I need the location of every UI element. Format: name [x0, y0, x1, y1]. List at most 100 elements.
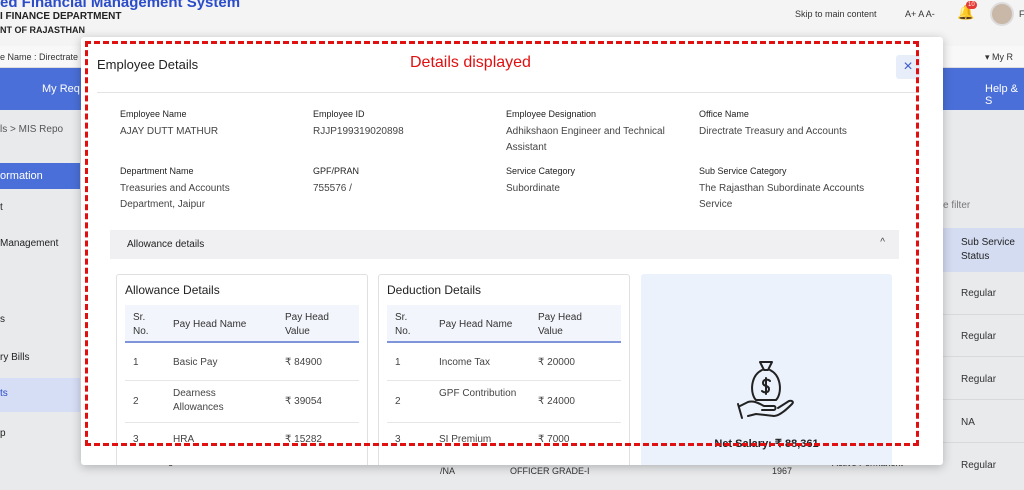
field-label: Sub Service Category — [699, 166, 787, 176]
allowance-details-card: Allowance Details Sr. No. Pay Head Name … — [116, 274, 368, 465]
close-icon[interactable]: × — [896, 55, 920, 79]
divider — [97, 92, 919, 93]
sidebar-item-management[interactable]: Management — [0, 238, 58, 249]
cell-sr: 3 — [133, 434, 139, 445]
user-name-truncated: F — [1019, 9, 1024, 19]
column-header-pay-head-name: Pay Head Name — [173, 319, 247, 330]
sidebar-item[interactable]: p — [0, 428, 6, 439]
nav-item-help[interactable]: Help & S — [985, 83, 1024, 107]
field-label: Employee Name — [120, 109, 187, 119]
sidebar-item[interactable]: s — [0, 314, 5, 325]
cell-value: ₹ 24000 — [538, 396, 575, 407]
cell-value: ₹ 84900 — [285, 357, 322, 368]
cell-sr: 3 — [395, 434, 401, 445]
state-label: NT OF RAJASTHAN — [0, 25, 85, 35]
row-cell: OFFICER GRADE-I — [510, 466, 590, 476]
cell-name: HRA — [173, 434, 195, 445]
cell-value: ₹ 20000 — [538, 357, 575, 368]
cell-name: GPF Contribution — [439, 388, 517, 399]
field-value: AJAY DUTT MATHUR — [120, 126, 219, 137]
column-header-sr-no: Sr. No. — [133, 312, 149, 337]
column-header-pay-head-name: Pay Head Name — [439, 319, 513, 330]
field-value: Directrate Treasury and Accounts — [699, 126, 847, 137]
field-label: Employee Designation — [506, 109, 597, 119]
column-header-pay-head-value: Pay Head Value — [538, 312, 582, 337]
field-employee-id: Employee ID RJJP199319020898 — [313, 109, 503, 140]
sidebar-item[interactable]: t — [0, 202, 3, 213]
table-cell: Regular — [961, 288, 997, 299]
field-value: Subordinate — [506, 183, 560, 194]
chevron-up-icon[interactable]: ^ — [880, 237, 885, 248]
table-row: 2 Dearness Allowances ₹ 39054 — [125, 381, 359, 423]
skip-to-main-link[interactable]: Skip to main content — [795, 9, 877, 19]
card-title: Deduction Details — [387, 283, 482, 297]
field-value: Adhikshaon Engineer and Technical Assist… — [506, 126, 665, 153]
breadcrumb[interactable]: ls > MIS Repo — [0, 124, 63, 135]
my-requests-dropdown[interactable]: ▾ My R — [985, 52, 1013, 63]
annotation-label: Details displayed — [410, 54, 531, 71]
sidebar-item-bills[interactable]: ry Bills — [0, 352, 29, 363]
row-cell: /NA — [440, 466, 456, 476]
cell-value: ₹ 39054 — [285, 396, 322, 407]
avatar[interactable] — [990, 2, 1014, 26]
cell-name: Basic Pay — [173, 357, 218, 368]
cell-sr: 2 — [395, 396, 401, 407]
net-salary-label: Net Salary: ₹ 88,361 — [714, 438, 819, 450]
cell-sr: 2 — [133, 396, 139, 407]
cell-value: ₹ 7000 — [538, 434, 570, 445]
table-cell: NA — [961, 417, 975, 428]
row-divider — [943, 399, 1024, 400]
filter-label: e filter — [943, 200, 971, 211]
cell-name: SI Premium — [439, 434, 492, 445]
row-divider — [943, 356, 1024, 357]
cell-sr: 1 — [395, 357, 401, 368]
field-label: Office Name — [699, 109, 749, 119]
sidebar-header: ormation — [0, 163, 80, 189]
net-salary-card: Net Salary: ₹ 88,361 — [641, 274, 892, 465]
employee-details-modal: Employee Details × Employee Name AJAY DU… — [81, 37, 943, 465]
table-row: 3 SI Premium ₹ 7000 — [387, 423, 621, 459]
notification-badge: 10 — [966, 1, 977, 9]
field-value: The Rajasthan Subordinate Accounts Servi… — [699, 183, 865, 210]
field-label: Department Name — [120, 166, 194, 176]
table-row: 3 HRA ₹ 15282 — [125, 423, 359, 459]
table-row: 2 GPF Contribution ₹ 24000 — [387, 381, 621, 423]
column-header-sub-service-status: Sub Service Status — [943, 228, 1024, 272]
field-label: GPF/PRAN — [313, 166, 360, 176]
field-value: RJJP199319020898 — [313, 126, 404, 137]
field-gpf-pran: GPF/PRAN 755576 / — [313, 166, 503, 197]
field-employee-designation: Employee Designation Adhikshaon Engineer… — [506, 109, 696, 155]
accordion-title: Allowance details — [127, 239, 205, 250]
row-divider — [943, 314, 1024, 315]
sidebar-item-active[interactable]: ts — [0, 378, 80, 412]
table-cell: Regular — [961, 331, 997, 342]
row-divider — [943, 442, 1024, 443]
app-title: ed Financial Management System — [0, 0, 241, 11]
field-sub-service-category: Sub Service Category The Rajasthan Subor… — [699, 166, 899, 212]
field-office-name: Office Name Directrate Treasury and Acco… — [699, 109, 899, 140]
cell-name: Income Tax — [439, 357, 490, 368]
department-label: I FINANCE DEPARTMENT — [0, 11, 122, 22]
deduction-details-card: Deduction Details Sr. No. Pay Head Name … — [378, 274, 630, 465]
row-cell: 1967 — [772, 466, 793, 476]
column-header-pay-head-value: Pay Head Value — [285, 312, 329, 337]
employee-name-crumb: e Name : Directrate — [0, 52, 79, 62]
field-label: Service Category — [506, 166, 576, 176]
table-cell: Regular — [961, 460, 997, 471]
field-value: Treasuries and Accounts Department, Jaip… — [120, 183, 230, 210]
field-department-name: Department Name Treasuries and Accounts … — [120, 166, 270, 212]
cell-value: ₹ 15282 — [285, 434, 322, 445]
table-cell: Regular — [961, 374, 997, 385]
field-value: 755576 / — [313, 183, 352, 194]
field-employee-name: Employee Name AJAY DUTT MATHUR — [120, 109, 310, 140]
cell-sr: 1 — [133, 357, 139, 368]
font-size-controls[interactable]: A+ A A- — [905, 9, 935, 19]
cell-name: Dearness Allowances — [173, 388, 224, 413]
nav-item-my-requests[interactable]: My Req — [42, 83, 80, 95]
table-row: 1 Income Tax ₹ 20000 — [387, 345, 621, 381]
table-row: 1 Basic Pay ₹ 84900 — [125, 345, 359, 381]
modal-title: Employee Details — [97, 57, 199, 72]
field-label: Employee ID — [313, 109, 365, 119]
allowance-details-accordion[interactable]: Allowance details ^ — [110, 230, 899, 259]
table-header: Sr. No. Pay Head Name Pay Head Value — [387, 305, 621, 343]
